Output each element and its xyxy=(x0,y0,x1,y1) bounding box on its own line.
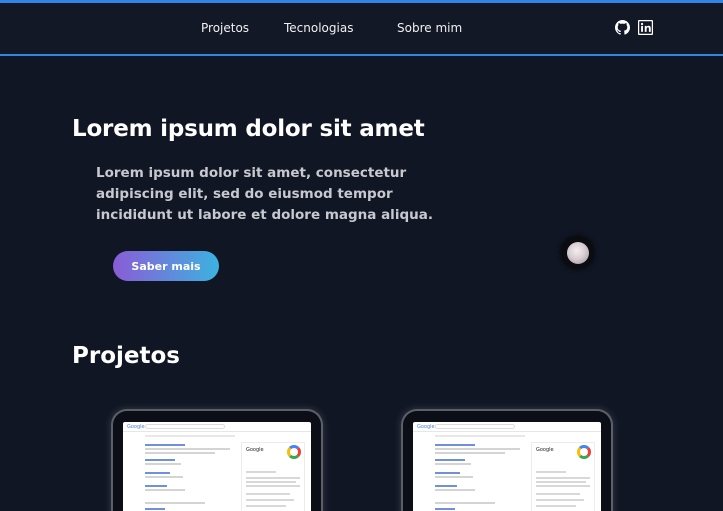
avatar xyxy=(561,236,594,269)
knowledge-panel-text xyxy=(246,505,286,507)
knowledge-panel-title: Google xyxy=(536,447,554,453)
project-screenshot: Google Google xyxy=(123,422,311,511)
project-card[interactable]: Google Google xyxy=(401,409,613,511)
google-logo-icon xyxy=(577,445,591,459)
github-icon[interactable] xyxy=(615,20,630,35)
screenshot-result-text xyxy=(145,452,215,454)
screenshot-result-text xyxy=(435,476,473,478)
screenshot-result-text xyxy=(435,489,475,491)
knowledge-panel-text xyxy=(246,499,294,501)
project-card[interactable]: Google Google xyxy=(111,409,323,511)
avatar-image xyxy=(566,241,589,264)
screenshot-result-text xyxy=(145,448,230,450)
saber-mais-button[interactable]: Saber mais xyxy=(113,251,219,281)
screenshot-logo: Google xyxy=(417,424,435,430)
screenshot-search-box xyxy=(145,424,225,429)
screenshot-search-box xyxy=(435,424,515,429)
screenshot-result-text xyxy=(145,463,181,465)
knowledge-panel-text xyxy=(536,493,580,495)
knowledge-panel-text xyxy=(536,481,586,483)
screenshot-result-link xyxy=(145,485,167,487)
knowledge-panel-text xyxy=(536,477,590,479)
screenshot-result-text xyxy=(145,476,183,478)
screenshot-tabs xyxy=(435,435,525,437)
screenshot-result-link xyxy=(435,444,475,446)
screenshot-knowledge-panel: Google xyxy=(241,442,305,511)
nav-item-sobre-mim[interactable]: Sobre mim xyxy=(397,21,462,35)
knowledge-panel-text xyxy=(246,477,300,479)
screenshot-result-text xyxy=(435,452,505,454)
knowledge-panel-text xyxy=(536,485,590,487)
nav-item-projetos[interactable]: Projetos xyxy=(201,21,249,35)
screenshot-result-link xyxy=(145,444,185,446)
hero-description: Lorem ipsum dolor sit amet, consectetur … xyxy=(96,165,433,223)
knowledge-panel-text xyxy=(246,481,296,483)
knowledge-panel-text xyxy=(246,471,276,473)
screenshot-search-bar: Google xyxy=(413,422,601,432)
screenshot-result-link xyxy=(145,459,175,461)
projects-section-title: Projetos xyxy=(72,343,180,369)
screenshot-result-link xyxy=(435,508,455,510)
screenshot-result-text xyxy=(435,463,471,465)
knowledge-panel-text xyxy=(536,499,584,501)
screenshot-result-link xyxy=(145,508,165,510)
knowledge-panel-title: Google xyxy=(246,447,264,453)
screenshot-result-text xyxy=(145,489,185,491)
screenshot-result-text xyxy=(435,502,495,504)
screenshot-logo: Google xyxy=(127,424,145,430)
screenshot-result-link xyxy=(435,485,457,487)
screenshot-result-text xyxy=(145,502,205,504)
screenshot-search-bar: Google xyxy=(123,422,311,432)
screenshot-result-link xyxy=(435,459,465,461)
navbar: Projetos Tecnologias Sobre mim xyxy=(0,3,723,56)
knowledge-panel-text xyxy=(536,471,566,473)
screenshot-result-link xyxy=(435,472,460,474)
screenshot-result-text xyxy=(435,448,520,450)
screenshot-knowledge-panel: Google xyxy=(531,442,595,511)
hero-title: Lorem ipsum dolor sit amet xyxy=(72,116,425,142)
screenshot-result-link xyxy=(145,472,170,474)
nav-item-tecnologias[interactable]: Tecnologias xyxy=(284,21,353,35)
knowledge-panel-text xyxy=(246,493,290,495)
project-screenshot: Google Google xyxy=(413,422,601,511)
linkedin-icon[interactable] xyxy=(638,20,653,35)
knowledge-panel-text xyxy=(536,505,576,507)
google-logo-icon xyxy=(287,445,301,459)
knowledge-panel-text xyxy=(246,485,300,487)
screenshot-tabs xyxy=(145,435,235,437)
